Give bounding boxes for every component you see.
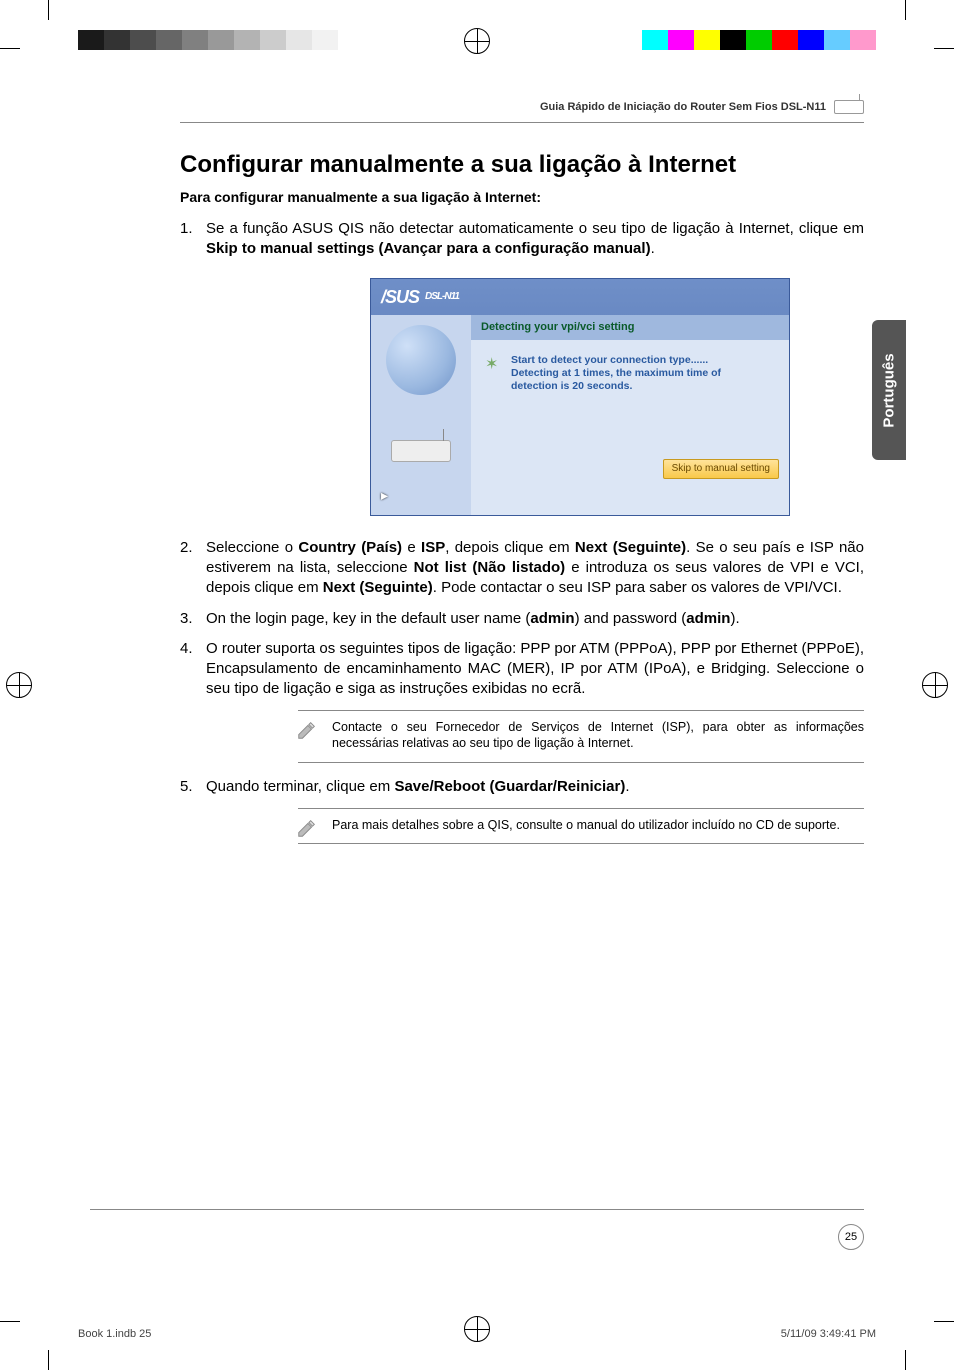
grayscale-swatches	[78, 30, 338, 50]
step-text: Quando terminar, clique em Save/Reboot (…	[206, 777, 864, 797]
step-number: 1.	[180, 219, 206, 260]
cursor-icon: ▸	[381, 486, 388, 505]
sparkle-icon: ✶	[485, 354, 503, 372]
note-pencil-icon	[296, 719, 318, 741]
lead-text: Para configurar manualmente a sua ligaçã…	[180, 189, 864, 205]
language-tab: Português	[872, 320, 906, 460]
detecting-bar: Detecting your vpi/vci setting	[481, 321, 634, 333]
qis-screenshot: /SUS DSL-N11 ▸ Detecting your vpi/vci se…	[370, 278, 790, 516]
color-swatches	[642, 30, 876, 50]
model-label: DSL-N11	[425, 290, 459, 304]
step-text: O router suporta os seguintes tipos de l…	[206, 639, 864, 700]
step-number: 2.	[180, 538, 206, 599]
step-text: Se a função ASUS QIS não detectar automa…	[206, 219, 864, 260]
running-head-text: Guia Rápido de Iniciação do Router Sem F…	[540, 101, 826, 113]
step-text: Seleccione o Country (País) e ISP, depoi…	[206, 538, 864, 599]
page-title: Configurar manualmente a sua ligação à I…	[180, 151, 864, 179]
router-image-icon	[391, 440, 451, 462]
note-qis: Para mais detalhes sobre a QIS, consulte…	[298, 808, 864, 845]
step-number: 4.	[180, 639, 206, 700]
router-icon	[834, 100, 864, 114]
registration-mark-icon	[922, 672, 948, 698]
print-slug: Book 1.indb 25 5/11/09 3:49:41 PM	[78, 1328, 876, 1340]
note-isp: Contacte o seu Fornecedor de Serviços de…	[298, 710, 864, 764]
skip-manual-button[interactable]: Skip to manual setting	[663, 459, 779, 479]
step-text: On the login page, key in the default us…	[206, 609, 864, 629]
step-number: 3.	[180, 609, 206, 629]
globe-icon	[386, 325, 456, 395]
brand-logo: /SUS	[381, 285, 419, 309]
slug-left: Book 1.indb 25	[78, 1328, 151, 1340]
registration-mark-icon	[6, 672, 32, 698]
detect-message: Start to detect your connection type....…	[511, 354, 721, 393]
slug-right: 5/11/09 3:49:41 PM	[781, 1328, 876, 1340]
note-pencil-icon	[296, 817, 318, 839]
page-number: 25	[838, 1224, 864, 1250]
registration-mark-icon	[464, 28, 490, 54]
running-head: Guia Rápido de Iniciação do Router Sem F…	[180, 100, 864, 123]
step-number: 5.	[180, 777, 206, 797]
language-tab-label: Português	[881, 353, 898, 427]
